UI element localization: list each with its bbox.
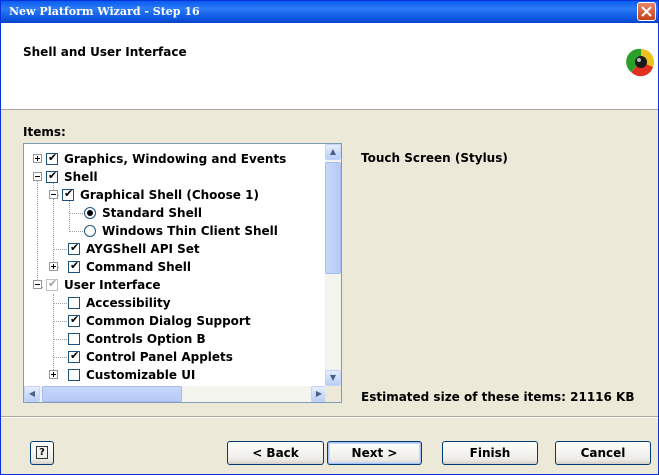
tree-item-label: Shell xyxy=(64,170,98,184)
collapse-icon[interactable] xyxy=(33,280,42,289)
arrow-up-icon: ▲ xyxy=(329,147,337,156)
tree-item-label: Controls Option B xyxy=(86,332,206,346)
checkbox[interactable] xyxy=(46,151,58,165)
wizard-header: Shell and User Interface xyxy=(1,23,658,110)
estimated-size: Estimated size of these items: 21116 KB xyxy=(361,390,635,404)
tree-item[interactable]: Accessibility xyxy=(24,294,324,312)
tree-item-label: User Interface xyxy=(64,278,161,292)
wizard-logo-icon xyxy=(626,48,654,77)
checkbox[interactable] xyxy=(68,349,80,363)
vertical-scroll-thumb[interactable] xyxy=(325,162,341,274)
separator xyxy=(1,416,658,418)
checkbox[interactable] xyxy=(68,333,80,345)
arrow-right-icon: ▶ xyxy=(315,389,323,398)
tree-item[interactable]: Shell xyxy=(24,168,324,186)
tree-item-label: Command Shell xyxy=(86,260,192,274)
tree-item-label: Accessibility xyxy=(86,296,171,310)
tree-item[interactable]: Standard Shell xyxy=(24,204,324,222)
checkbox[interactable] xyxy=(68,313,80,327)
scroll-left-button[interactable]: ◀ xyxy=(24,386,40,402)
tree-item[interactable]: Graphics, Windowing and Events xyxy=(24,150,324,168)
tree-item-label: AYGShell API Set xyxy=(86,242,200,256)
scroll-up-button[interactable]: ▲ xyxy=(325,144,341,160)
checkbox[interactable] xyxy=(68,297,80,309)
tree-item-label: Windows Thin Client Shell xyxy=(102,224,278,238)
horizontal-scroll-thumb[interactable] xyxy=(42,386,182,402)
tree-item-label: Graphics, Windowing and Events xyxy=(64,152,287,166)
title-bar[interactable]: New Platform Wizard - Step 16 xyxy=(1,1,658,23)
horizontal-scrollbar[interactable]: ◀ ▶ xyxy=(24,386,327,402)
collapse-icon[interactable] xyxy=(49,190,58,199)
wizard-window: New Platform Wizard - Step 16 Shell and … xyxy=(0,0,659,475)
tree-item-label: Graphical Shell (Choose 1) xyxy=(80,188,259,202)
vertical-scrollbar[interactable]: ▲ ▼ xyxy=(325,144,341,386)
checkbox[interactable] xyxy=(46,169,58,183)
tree-item[interactable]: AYGShell API Set xyxy=(24,240,324,258)
tree-item[interactable]: Windows Thin Client Shell xyxy=(24,222,324,240)
cancel-button[interactable]: Cancel xyxy=(555,441,651,465)
checkbox[interactable] xyxy=(46,277,58,291)
page-title: Shell and User Interface xyxy=(23,45,187,59)
tree-item[interactable]: User Interface xyxy=(24,276,324,294)
next-button[interactable]: Next > xyxy=(327,441,422,465)
component-tree[interactable]: Graphics, Windowing and Events Shell Gra… xyxy=(23,143,342,403)
expand-icon[interactable] xyxy=(49,370,58,379)
tree-item[interactable]: Control Panel Applets xyxy=(24,348,324,366)
tree-item[interactable]: Common Dialog Support xyxy=(24,312,324,330)
scroll-down-button[interactable]: ▼ xyxy=(325,370,341,386)
tree-item-label: Standard Shell xyxy=(102,206,202,220)
back-button[interactable]: < Back xyxy=(227,441,324,465)
tree-item[interactable]: Command Shell xyxy=(24,258,324,276)
tree-item-label: Customizable UI xyxy=(86,368,196,382)
checkbox[interactable] xyxy=(68,369,80,381)
radio-button[interactable] xyxy=(84,225,96,237)
arrow-left-icon: ◀ xyxy=(28,389,36,398)
close-button[interactable] xyxy=(637,2,656,21)
tree-item-label: Common Dialog Support xyxy=(86,314,251,328)
scroll-corner xyxy=(325,386,341,402)
window-title: New Platform Wizard - Step 16 xyxy=(9,5,200,18)
radio-button[interactable] xyxy=(84,207,96,219)
checkbox[interactable] xyxy=(68,241,80,255)
tree-item[interactable]: Graphical Shell (Choose 1) xyxy=(24,186,324,204)
checkbox[interactable] xyxy=(62,187,74,201)
tree-item-label: Control Panel Applets xyxy=(86,350,233,364)
checkbox[interactable] xyxy=(68,259,80,273)
collapse-icon[interactable] xyxy=(33,172,42,181)
tree-item[interactable]: Controls Option B xyxy=(24,330,324,348)
tree-item[interactable]: Customizable UI xyxy=(24,366,324,384)
item-description: Touch Screen (Stylus) xyxy=(361,151,508,165)
items-label: Items: xyxy=(23,125,66,139)
help-button[interactable]: ? xyxy=(30,441,54,465)
arrow-down-icon: ▼ xyxy=(329,373,337,382)
expand-icon[interactable] xyxy=(49,262,58,271)
help-icon: ? xyxy=(36,446,48,459)
finish-button[interactable]: Finish xyxy=(442,441,538,465)
expand-icon[interactable] xyxy=(33,154,42,163)
close-icon xyxy=(641,6,652,17)
